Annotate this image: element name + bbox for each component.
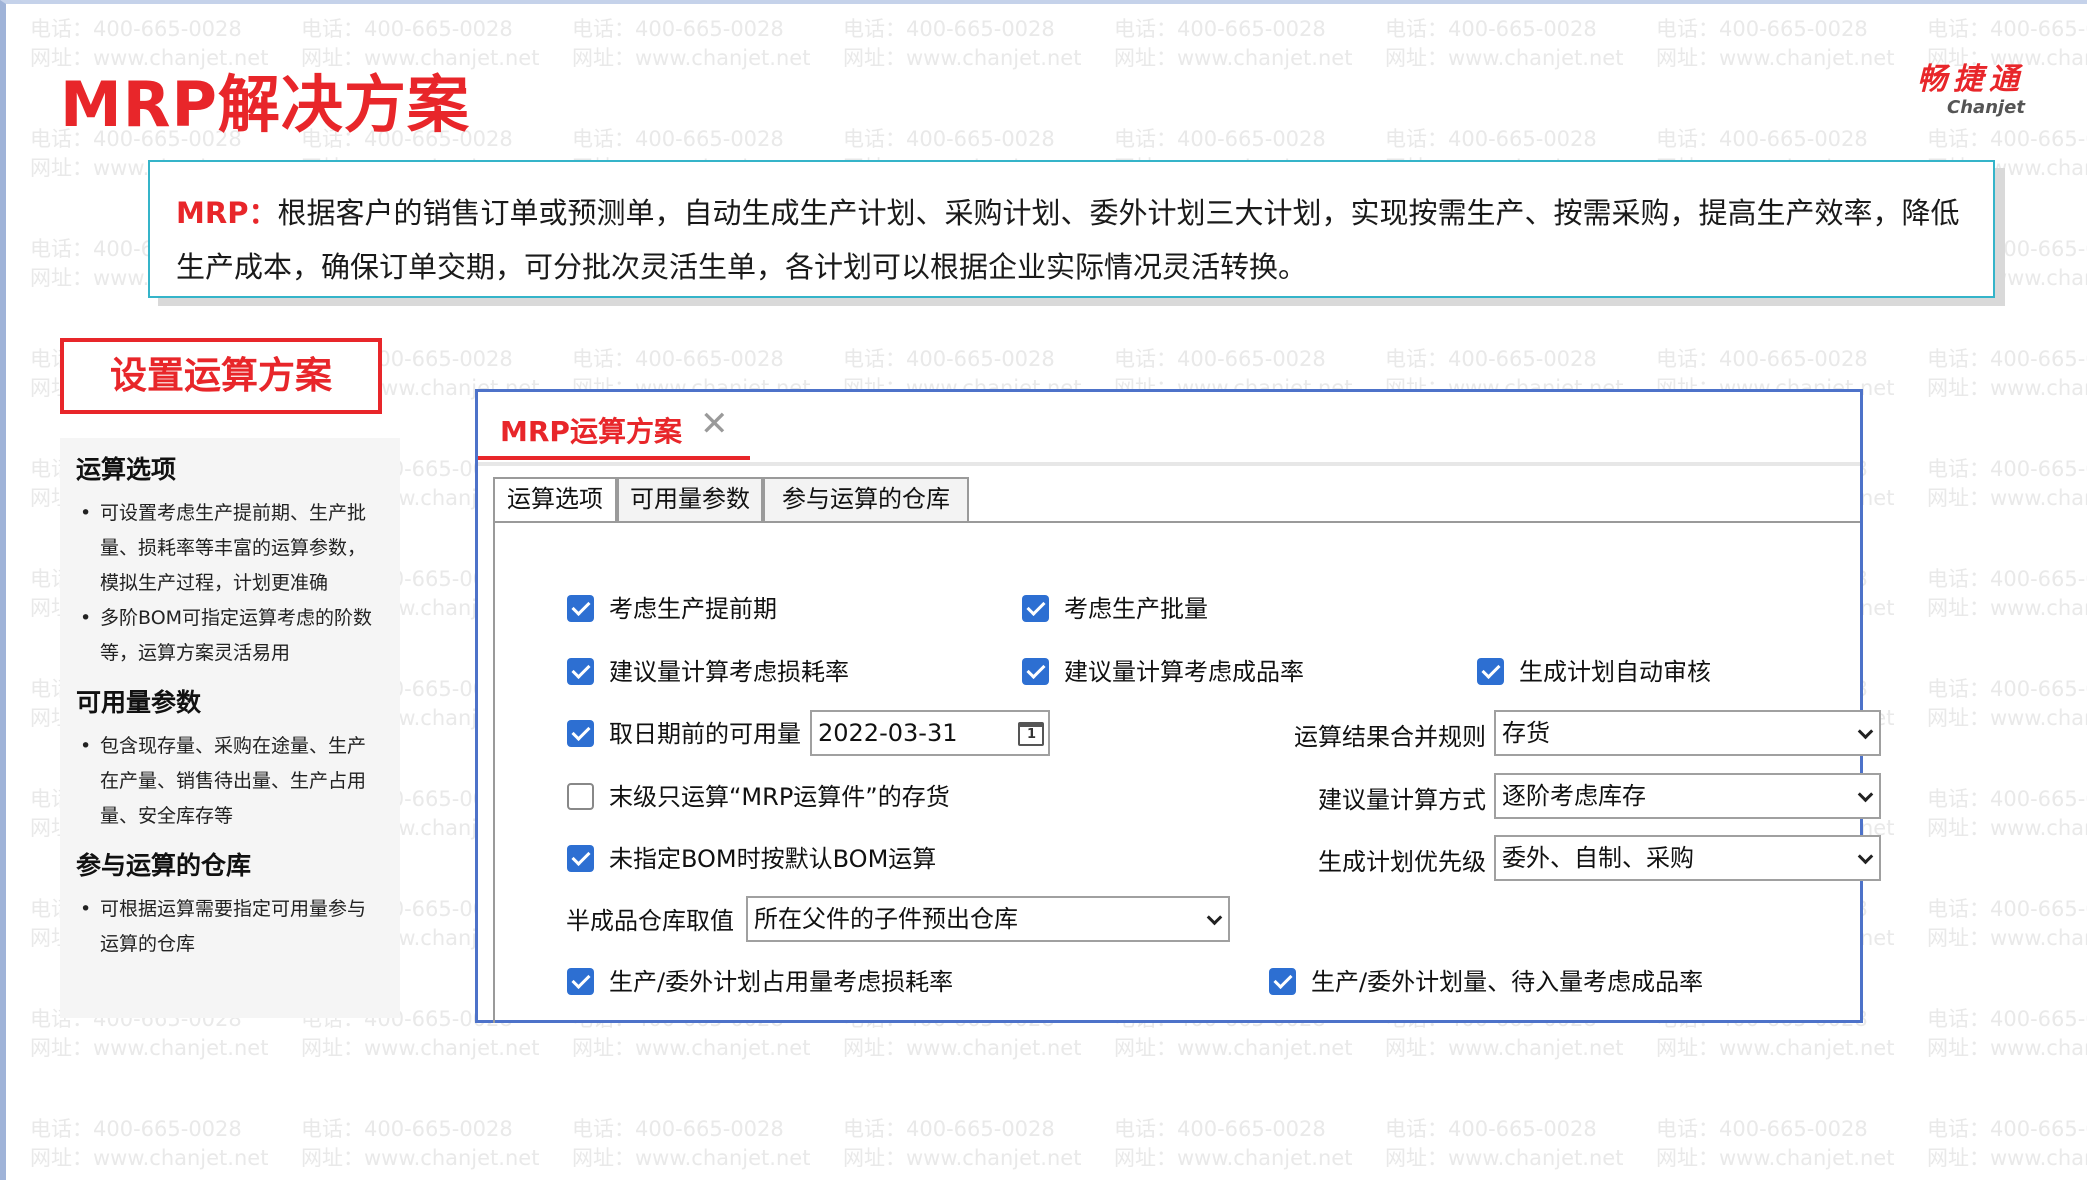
chevron-down-icon — [1206, 909, 1223, 926]
chevron-down-icon — [1857, 848, 1874, 865]
tab-strip-divider — [478, 462, 1860, 466]
checkbox-plan-yield[interactable]: 生产/委外计划量、待入量考虑成品率 — [1269, 967, 1703, 997]
checkbox-label: 生产/委外计划量、待入量考虑成品率 — [1311, 968, 1704, 996]
group-title-options: 运算选项 — [76, 455, 177, 484]
pane-border — [493, 521, 495, 1023]
list-item: 包含现存量、采购在途量、生产在产量、销售待出量、生产占用量、安全库存等 — [76, 729, 384, 834]
logo-chinese: 畅捷通 — [1917, 62, 2025, 97]
merge-rule-label: 运算结果合并规则 — [1294, 723, 1486, 751]
window-tab-label: MRP运算方案 — [500, 415, 682, 448]
checkbox-default-bom[interactable]: 未指定BOM时按默认BOM运算 — [567, 844, 936, 874]
checkbox-auto-audit[interactable]: 生成计划自动审核 — [1477, 657, 1711, 687]
intro-text: 根据客户的销售订单或预测单，自动生成生产计划、采购计划、委外计划三大计划，实现按… — [176, 196, 1960, 284]
checkbox-icon — [1022, 658, 1049, 685]
list-item: 可设置考虑生产提前期、生产批量、损耗率等丰富的运算参数，模拟生产过程，计划更准确 — [76, 496, 384, 601]
checkbox-loss-rate[interactable]: 建议量计算考虑损耗率 — [567, 657, 849, 687]
chevron-down-icon — [1857, 786, 1874, 803]
checkbox-icon — [567, 720, 594, 747]
setup-scheme-heading: 设置运算方案 — [60, 338, 382, 414]
calc-method-label: 建议量计算方式 — [1318, 786, 1486, 814]
priority-select[interactable]: 委外、自制、采购 — [1494, 835, 1881, 881]
checkbox-label: 生产/委外计划占用量考虑损耗率 — [609, 968, 954, 996]
checkbox-date-available[interactable]: 取日期前的可用量 — [567, 719, 801, 749]
priority-label: 生成计划优先级 — [1318, 848, 1486, 876]
semi-warehouse-select[interactable]: 所在父件的子件预出仓库 — [746, 896, 1230, 942]
chevron-down-icon — [1857, 723, 1874, 740]
tab-warehouses[interactable]: 参与运算的仓库 — [763, 477, 969, 521]
date-input[interactable]: 2022-03-31 1 — [810, 710, 1050, 756]
merge-rule-select[interactable]: 存货 — [1494, 710, 1881, 756]
checkbox-icon — [1477, 658, 1504, 685]
calendar-icon[interactable]: 1 — [1018, 722, 1044, 746]
group-title-warehouse: 参与运算的仓库 — [76, 851, 252, 880]
checkbox-icon — [567, 595, 594, 622]
checkbox-label: 考虑生产批量 — [1064, 595, 1208, 623]
checkbox-label: 末级只运算“MRP运算件”的存货 — [609, 783, 950, 811]
logo-english: Chanjet — [1947, 97, 2025, 118]
semi-warehouse-value: 所在父件的子件预出仓库 — [754, 905, 1018, 933]
checkbox-icon — [567, 658, 594, 685]
checkbox-yield-rate[interactable]: 建议量计算考虑成品率 — [1022, 657, 1304, 687]
checkbox-batch[interactable]: 考虑生产批量 — [1022, 594, 1208, 624]
tab-availability[interactable]: 可用量参数 — [617, 477, 763, 521]
checkbox-icon — [1269, 968, 1296, 995]
checkbox-icon — [567, 968, 594, 995]
checkbox-last-level[interactable]: 末级只运算“MRP运算件”的存货 — [567, 782, 950, 812]
close-icon[interactable]: ✕ — [700, 404, 729, 444]
list-item: 可根据运算需要指定可用量参与运算的仓库 — [76, 892, 384, 962]
tab-options[interactable]: 运算选项 — [493, 477, 617, 523]
group-list-warehouse: 可根据运算需要指定可用量参与运算的仓库 — [76, 892, 384, 962]
checkbox-label: 取日期前的可用量 — [609, 720, 801, 748]
intro-lead: MRP： — [176, 196, 278, 230]
checkbox-lead-time[interactable]: 考虑生产提前期 — [567, 594, 777, 624]
checkbox-label: 建议量计算考虑损耗率 — [609, 658, 849, 686]
checkbox-occupy-loss[interactable]: 生产/委外计划占用量考虑损耗率 — [567, 967, 953, 997]
calc-method-value: 逐阶考虑库存 — [1502, 782, 1646, 810]
checkbox-label: 生成计划自动审核 — [1519, 658, 1711, 686]
mrp-scheme-window: MRP运算方案 ✕ 运算选项 可用量参数 参与运算的仓库 考虑生产提前期 考虑生… — [475, 389, 1881, 1023]
intro-box: MRP：根据客户的销售订单或预测单，自动生成生产计划、采购计划、委外计划三大计划… — [148, 160, 1995, 298]
checkbox-icon — [567, 845, 594, 872]
checkbox-icon — [1022, 595, 1049, 622]
date-value: 2022-03-31 — [818, 719, 958, 747]
list-item: 多阶BOM可指定运算考虑的阶数等，运算方案灵活易用 — [76, 601, 384, 671]
group-title-availability: 可用量参数 — [76, 688, 202, 717]
chanjet-logo: 畅捷通 Chanjet — [1880, 64, 2025, 118]
feature-sidebar: 运算选项 可设置考虑生产提前期、生产批量、损耗率等丰富的运算参数，模拟生产过程，… — [60, 438, 400, 1018]
checkbox-label: 未指定BOM时按默认BOM运算 — [609, 845, 937, 873]
checkbox-label: 建议量计算考虑成品率 — [1064, 658, 1304, 686]
group-list-availability: 包含现存量、采购在途量、生产在产量、销售待出量、生产占用量、安全库存等 — [76, 729, 384, 834]
group-list-options: 可设置考虑生产提前期、生产批量、损耗率等丰富的运算参数，模拟生产过程，计划更准确… — [76, 496, 384, 671]
subtab-divider — [493, 521, 1860, 523]
checkbox-icon — [567, 783, 594, 810]
semi-warehouse-label: 半成品仓库取值 — [566, 907, 734, 935]
checkbox-label: 考虑生产提前期 — [609, 595, 777, 623]
window-tab[interactable]: MRP运算方案 ✕ — [478, 392, 750, 460]
calc-method-select[interactable]: 逐阶考虑库存 — [1494, 773, 1881, 819]
page-title: MRP解决方案 — [60, 68, 470, 141]
calendar-day: 1 — [1027, 727, 1037, 742]
merge-rule-value: 存货 — [1502, 719, 1550, 747]
priority-value: 委外、自制、采购 — [1502, 844, 1694, 872]
